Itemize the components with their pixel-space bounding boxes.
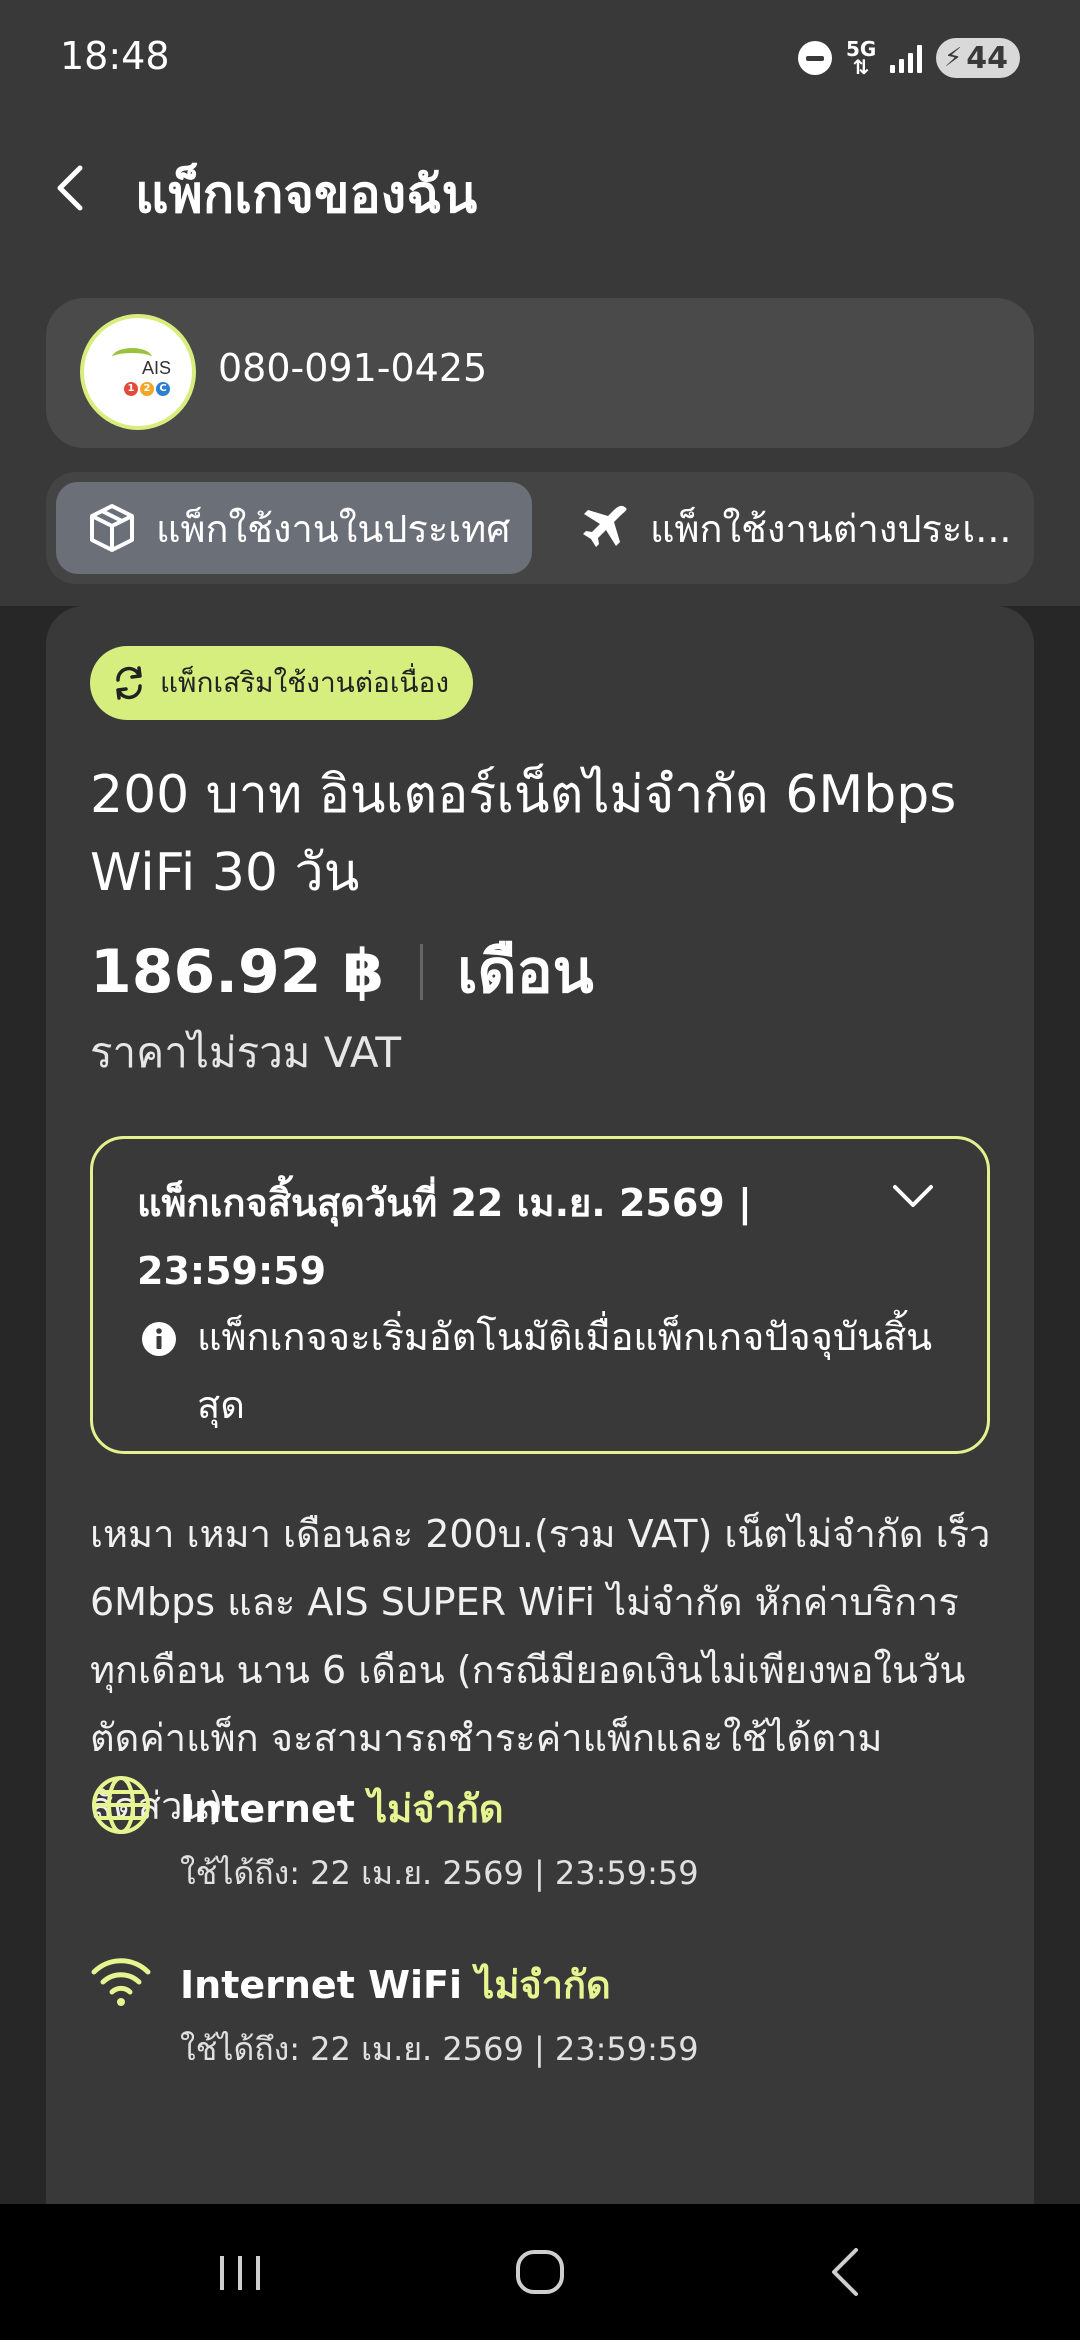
package-price: 186.92 ฿ (90, 936, 385, 1007)
do-not-disturb-icon (797, 41, 832, 75)
ais-logo: AIS 1 2 C (80, 314, 196, 430)
tab-domestic[interactable]: แพ็กใช้งานในประเทศ (56, 482, 532, 574)
package-period: เดือน (457, 937, 594, 1007)
feature-valid-until: ใช้ได้ถึง: 22 เม.ย. 2569 | 23:59:59 (180, 1854, 699, 1892)
expiry-text: แพ็กเกจสิ้นสุดวันที่ 22 เม.ย. 2569 | 23:… (137, 1181, 752, 1293)
package-card: แพ็กเสริมใช้งานต่อเนื่อง 200 บาท อินเตอร… (46, 606, 1034, 2206)
status-time: 18:48 (60, 34, 170, 78)
globe-icon (92, 1776, 150, 1834)
network-type-icon: 5G ⇅ (845, 37, 877, 79)
feature-internet: Internet ไม่จำกัด ใช้ได้ถึง: 22 เม.ย. 25… (90, 1774, 990, 1914)
price-divider (420, 943, 424, 1000)
feature-wifi: Internet WiFi ไม่จำกัด ใช้ได้ถึง: 22 เม.… (90, 1950, 990, 2090)
vat-note: ราคาไม่รวม VAT (90, 1028, 401, 1077)
status-bar: 18:48 5G ⇅ ⚡ 44 (0, 0, 1080, 118)
network-type-label: 5G (845, 37, 877, 61)
tab-international[interactable]: แพ็กใช้งานต่างประเ... (546, 482, 1024, 574)
chevron-down-icon[interactable] (891, 1181, 935, 1211)
battery-level: 44 (966, 40, 1008, 76)
back-icon[interactable] (50, 160, 90, 216)
package-title: 200 บาท อินเตอร์เน็ตไม่จำกัด 6Mbps WiFi … (90, 765, 957, 903)
recent-apps-icon[interactable] (212, 2238, 268, 2306)
tab-label: แพ็กใช้งานในประเทศ (156, 506, 511, 551)
feature-valid-until: ใช้ได้ถึง: 22 เม.ย. 2569 | 23:59:59 (180, 2030, 699, 2068)
back-nav-icon[interactable] (820, 2238, 868, 2306)
badge-label: แพ็กเสริมใช้งานต่อเนื่อง (160, 666, 450, 699)
battery-icon: ⚡ 44 (935, 38, 1020, 78)
auto-renew-text: แพ็กเกจจะเริ่มอัตโนมัติเมื่อแพ็กเกจปัจจุ… (197, 1315, 933, 1427)
expiry-dropdown[interactable]: แพ็กเกจสิ้นสุดวันที่ 22 เม.ย. 2569 | 23:… (90, 1136, 990, 1454)
wifi-icon (91, 1958, 151, 2006)
feature-name: Internet WiFi ไม่จำกัด (180, 1963, 611, 2007)
refresh-icon (116, 666, 142, 700)
page-title: แพ็กเกจของฉัน (135, 165, 478, 225)
price-row: 186.92 ฿ เดือน (90, 924, 594, 1019)
airplane-icon (583, 505, 627, 547)
account-card[interactable]: AIS 1 2 C 080-091-0425 (46, 298, 1034, 448)
info-icon (142, 1322, 176, 1356)
signal-icon (889, 43, 922, 73)
feature-name: Internet ไม่จำกัด (180, 1787, 504, 1831)
continuous-badge: แพ็กเสริมใช้งานต่อเนื่อง (90, 646, 474, 720)
phone-number: 080-091-0425 (218, 346, 488, 390)
system-nav-bar (0, 2204, 1080, 2340)
tab-label: แพ็กใช้งานต่างประเ... (650, 506, 1012, 551)
package-tabs: แพ็กใช้งานในประเทศ แพ็กใช้งานต่างประเ... (46, 472, 1034, 584)
status-icons: 5G ⇅ ⚡ 44 (797, 36, 1020, 80)
home-icon[interactable] (510, 2238, 570, 2306)
package-icon (90, 504, 134, 552)
